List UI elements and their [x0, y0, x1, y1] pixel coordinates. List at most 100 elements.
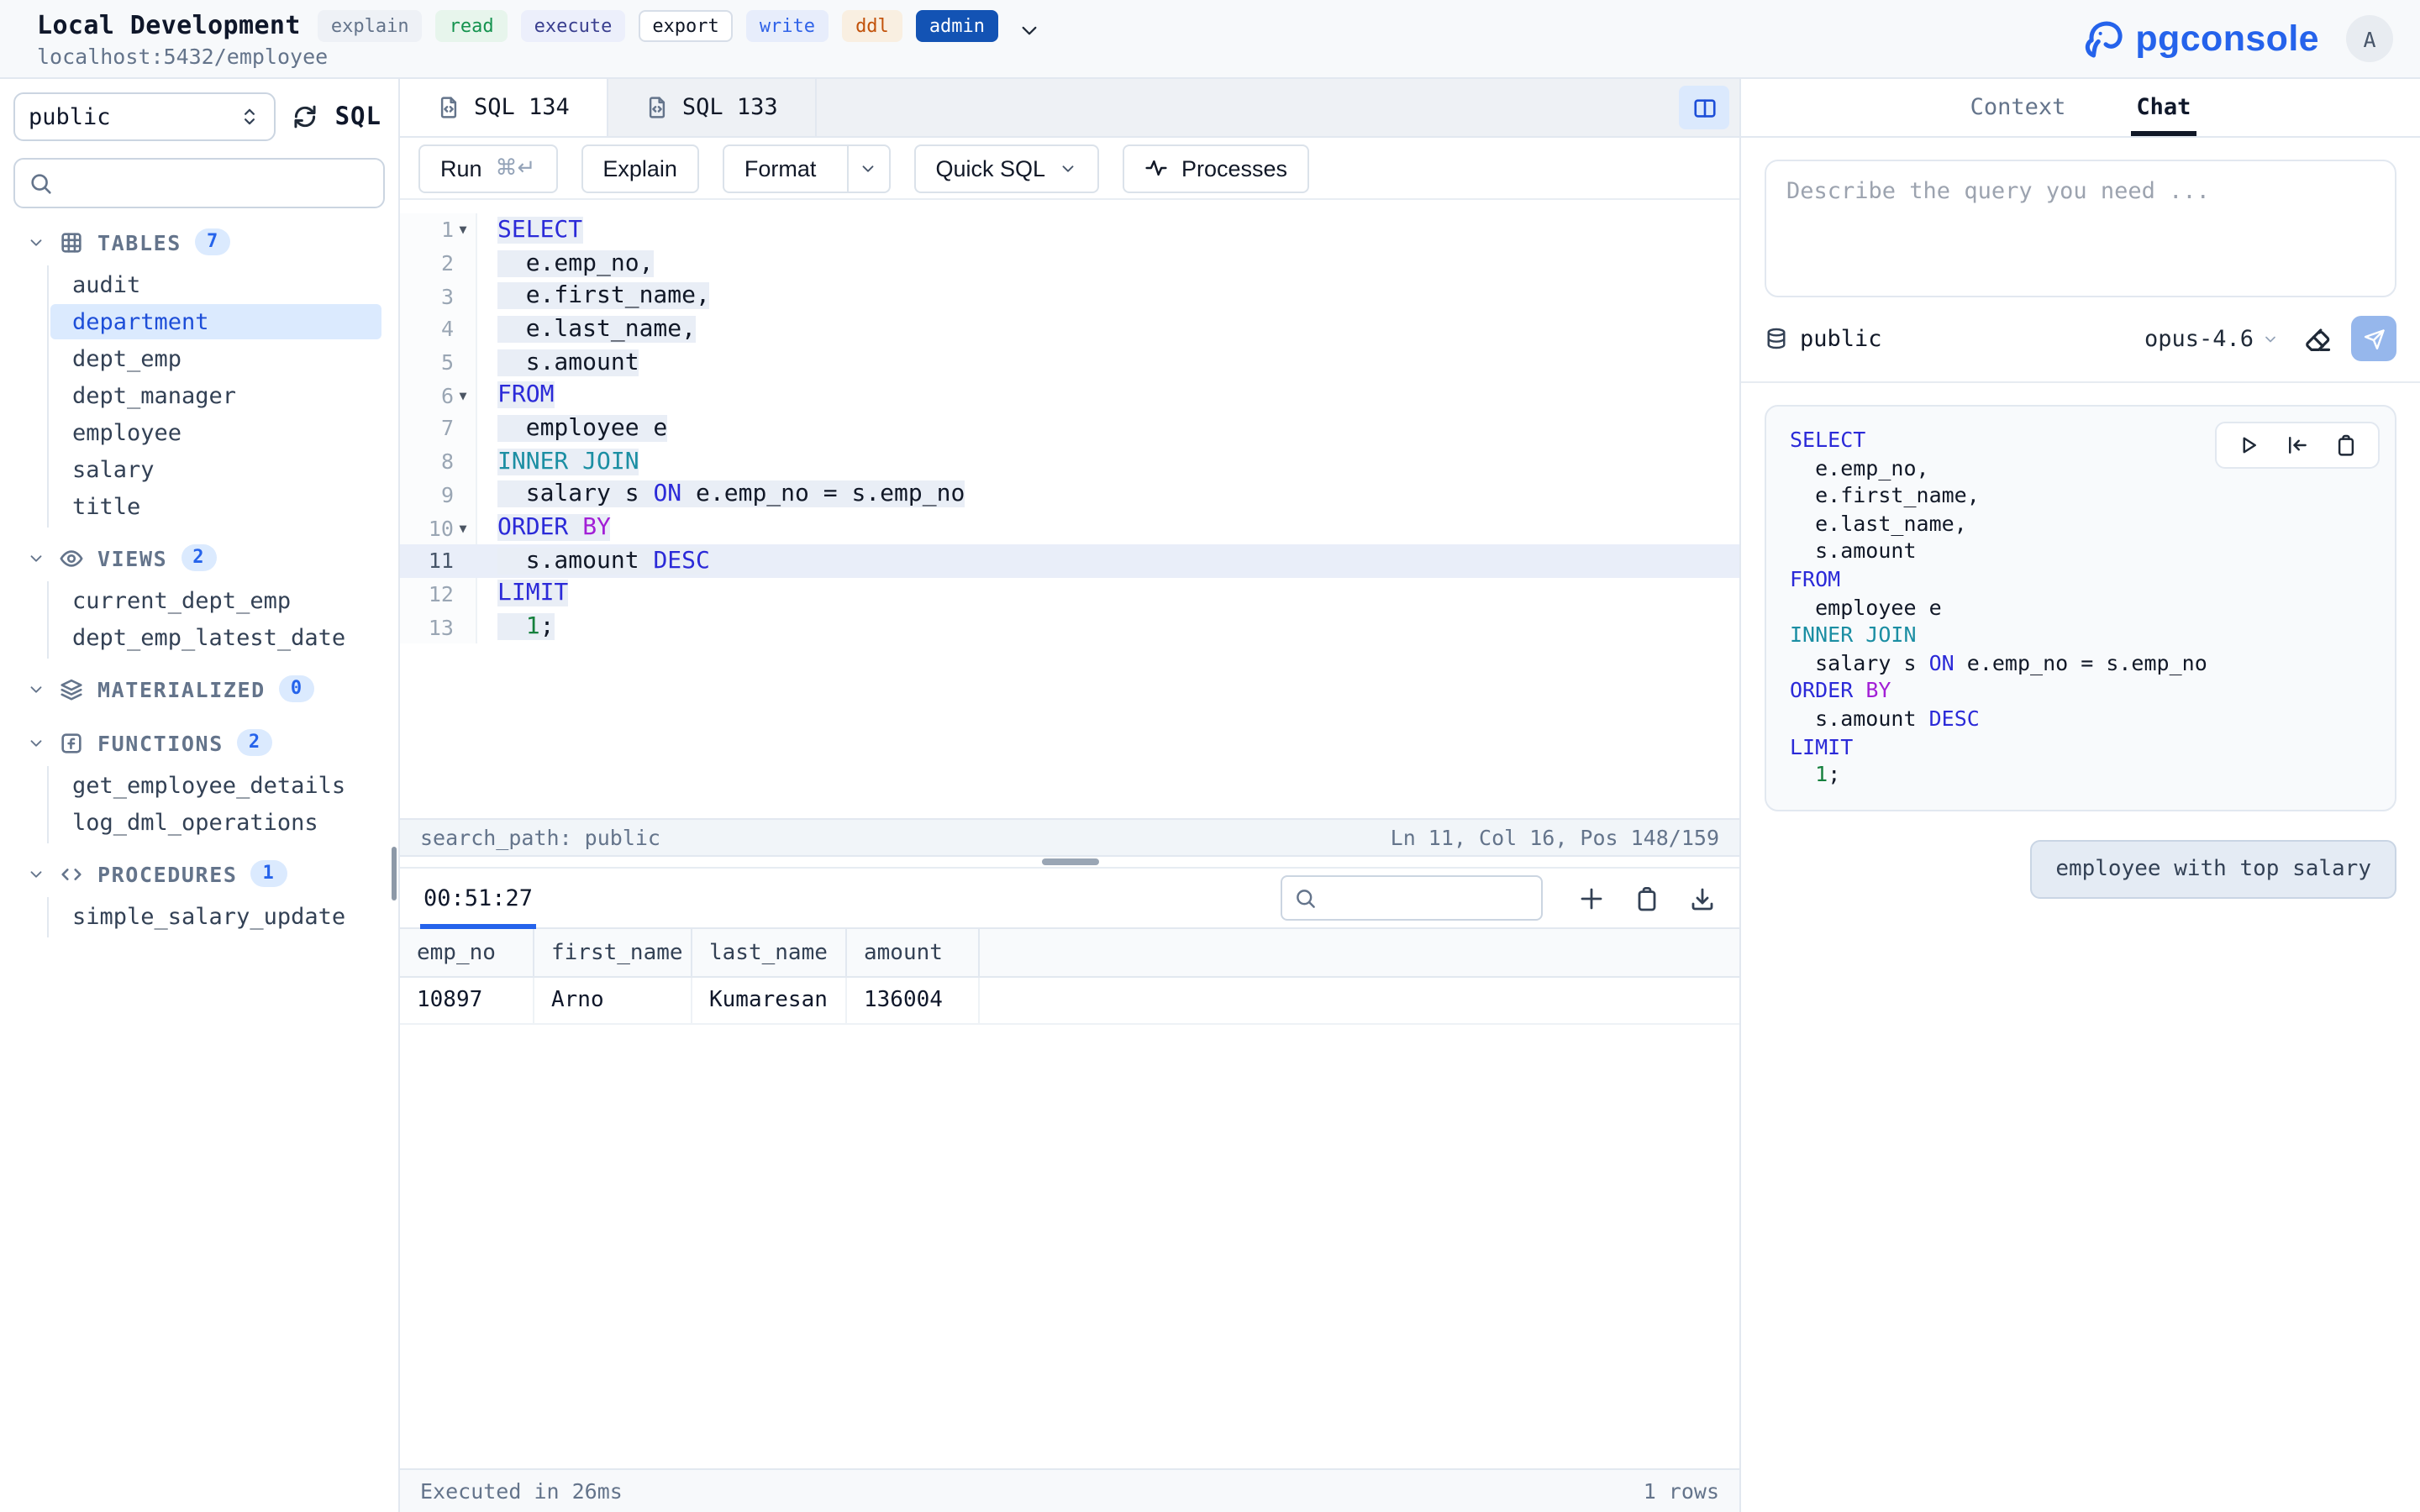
sidebar-item-simple_salary_update[interactable]: simple_salary_update — [50, 899, 381, 934]
selection-highlight: 1; — [497, 613, 554, 640]
column-header-first_name[interactable]: first_name — [534, 929, 692, 976]
sidebar-item-get_employee_details[interactable]: get_employee_details — [50, 768, 381, 803]
sidebar-item-dept_emp_latest_date[interactable]: dept_emp_latest_date — [50, 620, 381, 655]
tab-context[interactable]: Context — [1965, 79, 2071, 136]
line-number: 4 — [400, 312, 477, 345]
format-dropdown-toggle[interactable] — [846, 145, 888, 191]
section-header-tables[interactable]: TABLES7 — [0, 218, 398, 265]
fold-marker[interactable]: ▼ — [454, 388, 472, 403]
clear-chat-icon[interactable] — [2302, 323, 2333, 354]
result-set-tab[interactable]: 00:51:27 — [420, 869, 536, 927]
model-selector[interactable]: opus-4.6 — [2144, 325, 2279, 352]
sidebar-item-audit[interactable]: audit — [50, 267, 381, 302]
sidebar-scrollbar-thumb[interactable] — [392, 847, 397, 900]
column-header-emp_no[interactable]: emp_no — [400, 929, 534, 976]
sql-editor[interactable]: 1▼SELECT2 e.emp_no,3 e.first_name,4 e.la… — [400, 200, 1739, 818]
split-editor-button[interactable] — [1679, 86, 1729, 129]
token-pl: ; — [1828, 761, 1840, 786]
editor-line-9[interactable]: 9 salary s ON e.emp_no = s.emp_no — [400, 478, 1739, 511]
layers-icon — [59, 676, 84, 701]
section-header-functions[interactable]: FUNCTIONS2 — [0, 719, 398, 766]
column-header-last_name[interactable]: last_name — [692, 929, 847, 976]
run-button[interactable]: Run ⌘↵ — [418, 144, 557, 192]
query-workspace: SQL 134SQL 133 Run ⌘↵ Explain Format Qui… — [400, 79, 1741, 1512]
section-header-views[interactable]: VIEWS2 — [0, 534, 398, 581]
chevron-down-icon — [27, 733, 45, 752]
editor-line-13[interactable]: 13 1; — [400, 611, 1739, 643]
editor-line-8[interactable]: 8INNER JOIN — [400, 445, 1739, 478]
results-search-input[interactable] — [1328, 885, 1529, 911]
pane-resize-strip[interactable] — [400, 857, 1739, 869]
editor-line-2[interactable]: 2 e.emp_no, — [400, 246, 1739, 279]
section-header-procedures[interactable]: PROCEDURES1 — [0, 850, 398, 897]
send-icon — [2362, 327, 2386, 350]
token-num: 1 — [526, 613, 540, 640]
resize-handle[interactable] — [1041, 858, 1098, 865]
copy-sql-icon[interactable] — [2334, 433, 2358, 457]
tab-sql-134[interactable]: SQL 134 — [400, 79, 608, 136]
query-tab-bar: SQL 134SQL 133 — [400, 79, 1739, 138]
sql-mode-label[interactable]: SQL — [335, 103, 381, 130]
editor-line-1[interactable]: 1▼SELECT — [400, 213, 1739, 246]
editor-line-4[interactable]: 4 e.last_name, — [400, 312, 1739, 345]
token-kw: ORDER — [1790, 678, 1853, 703]
connection-info[interactable]: Local Development explainreadexecuteexpo… — [37, 9, 1040, 68]
explain-button[interactable]: Explain — [581, 144, 699, 192]
editor-line-3[interactable]: 3 e.first_name, — [400, 280, 1739, 312]
sidebar-item-log_dml_operations[interactable]: log_dml_operations — [50, 805, 381, 840]
processes-button[interactable]: Processes — [1123, 144, 1309, 192]
file-code-icon — [437, 96, 460, 119]
schema-context-chip[interactable]: public — [1765, 325, 1882, 352]
tab-sql-133[interactable]: SQL 133 — [608, 79, 817, 136]
format-button[interactable]: Format — [723, 144, 891, 192]
run-sql-icon[interactable] — [2237, 433, 2260, 457]
sidebar-item-current_dept_emp[interactable]: current_dept_emp — [50, 583, 381, 618]
token-by: BY — [582, 514, 611, 541]
selection-highlight: employee e — [497, 415, 667, 442]
results-search[interactable] — [1281, 875, 1543, 921]
sidebar-item-dept_manager[interactable]: dept_manager — [50, 378, 381, 413]
table-row[interactable]: 10897ArnoKumaresan136004 — [400, 978, 1739, 1025]
fold-marker[interactable]: ▼ — [454, 223, 472, 238]
editor-line-10[interactable]: 10▼ORDER BY — [400, 511, 1739, 543]
editor-line-6[interactable]: 6▼FROM — [400, 379, 1739, 412]
quick-sql-button[interactable]: Quick SQL — [913, 144, 1099, 192]
chevron-down-icon[interactable] — [1018, 19, 1040, 41]
sidebar-item-department[interactable]: department — [50, 304, 381, 339]
download-results-icon[interactable] — [1689, 885, 1716, 911]
copy-results-icon[interactable] — [1634, 885, 1660, 911]
line-number: 9 — [400, 478, 477, 511]
schema-select[interactable]: public — [13, 92, 276, 141]
chat-prompt-input[interactable] — [1765, 160, 2396, 297]
send-button[interactable] — [2351, 316, 2396, 361]
split-panel-icon — [1691, 95, 1717, 120]
avatar[interactable]: A — [2346, 15, 2393, 62]
sidebar-item-salary[interactable]: salary — [50, 452, 381, 487]
insert-to-editor-icon[interactable] — [2286, 433, 2309, 457]
add-result-tab-icon[interactable] — [1578, 885, 1605, 911]
sidebar-search-input[interactable] — [64, 171, 370, 196]
refresh-icon[interactable] — [292, 102, 320, 131]
fold-marker[interactable]: ▼ — [454, 520, 472, 535]
editor-line-11[interactable]: 11 s.amount DESC — [400, 544, 1739, 577]
editor-line-12[interactable]: 12LIMIT — [400, 577, 1739, 610]
activity-icon — [1144, 156, 1168, 180]
token-pl: s.amount — [497, 547, 653, 574]
editor-status-bar: search_path: public Ln 11, Col 16, Pos 1… — [400, 818, 1739, 857]
section-items: get_employee_detailslog_dml_operations — [47, 766, 398, 843]
sidebar-item-employee[interactable]: employee — [50, 415, 381, 450]
sql-message-toolbar — [2215, 422, 2380, 469]
badge-write: write — [746, 9, 829, 41]
sidebar-item-title[interactable]: title — [50, 489, 381, 524]
line-number-value: 7 — [441, 416, 454, 441]
editor-line-5[interactable]: 5 s.amount — [400, 346, 1739, 379]
assistant-sql-message: SELECT e.emp_no, e.first_name, e.last_na… — [1765, 405, 2396, 811]
search-path-status: search_path: public — [420, 825, 660, 850]
column-header-amount[interactable]: amount — [847, 929, 980, 976]
editor-line-7[interactable]: 7 employee e — [400, 412, 1739, 444]
tab-chat[interactable]: Chat — [2131, 79, 2196, 136]
sidebar-search[interactable] — [13, 158, 385, 208]
line-number: 7 — [400, 412, 477, 444]
sidebar-item-dept_emp[interactable]: dept_emp — [50, 341, 381, 376]
section-header-materialized[interactable]: MATERIALIZED0 — [0, 665, 398, 712]
